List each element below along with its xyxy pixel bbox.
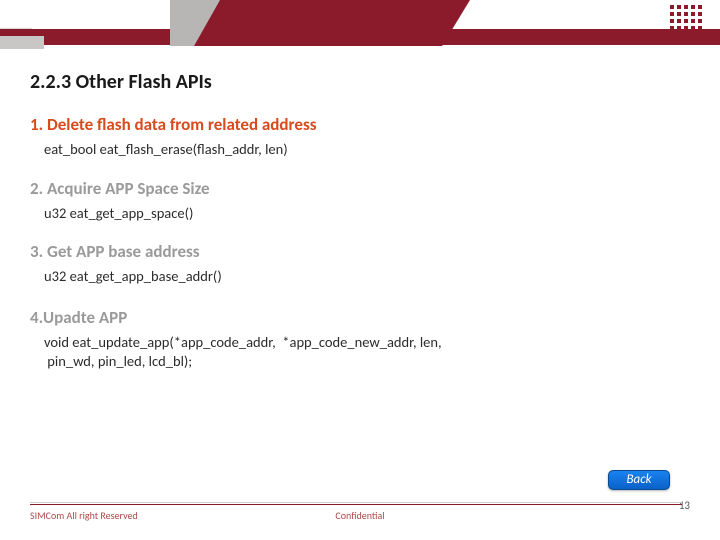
api-item-code-1: eat_bool eat_flash_erase(flash_addr, len… xyxy=(44,140,680,160)
decor-tab-bottom xyxy=(0,36,44,49)
decor-parallelogram xyxy=(170,0,470,46)
api-item-code-3: u32 eat_get_app_base_addr() xyxy=(44,267,680,287)
api-item-title-2: 2. Acquire APP Space Size xyxy=(30,178,680,199)
api-item-title-1: 1. Delete flash data from related addres… xyxy=(30,114,680,135)
api-item-code-2: u32 eat_get_app_space() xyxy=(44,204,680,224)
footer-center: Confidential xyxy=(335,509,384,522)
content-area: 2.2.3 Other Flash APIs 1. Delete flash d… xyxy=(30,70,680,390)
api-item-title-3: 3. Get APP base address xyxy=(30,241,680,262)
footer: SIMCom All right Reserved Confidential xyxy=(30,509,690,522)
api-item-title-4: 4.Upadte APP xyxy=(30,307,680,328)
slide-page: 2.2.3 Other Flash APIs 1. Delete flash d… xyxy=(0,0,720,540)
api-item-code-4: void eat_update_app(*app_code_addr, *app… xyxy=(44,333,680,372)
back-button[interactable]: Back xyxy=(608,470,670,490)
footer-left: SIMCom All right Reserved xyxy=(30,509,138,522)
section-heading: 2.2.3 Other Flash APIs xyxy=(30,70,680,94)
decor-dot-grid xyxy=(670,5,702,30)
